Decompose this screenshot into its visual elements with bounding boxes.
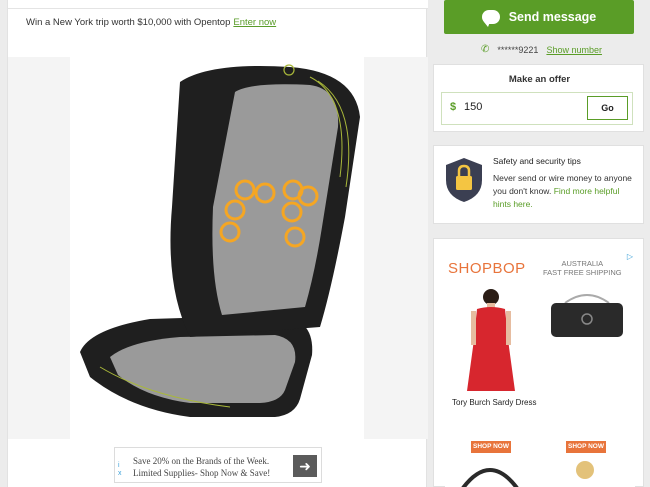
phone-row: ✆ ******9221 Show number [481, 44, 602, 55]
shopbop-ad[interactable]: SHOPBOP AUSTRALIA FAST FREE SHIPPING ▷ T… [445, 251, 635, 487]
red-dress-image [467, 289, 515, 391]
side-ad-card: SHOPBOP AUSTRALIA FAST FREE SHIPPING ▷ T… [433, 238, 644, 487]
send-message-button[interactable]: Send message [444, 0, 634, 34]
shop-now-button-1[interactable]: SHOP NOW [471, 441, 511, 453]
shopbop-logo: SHOPBOP [448, 260, 526, 277]
adchoices-triangle-icon[interactable]: ▷ [627, 252, 633, 261]
offer-go-button[interactable]: Go [587, 96, 628, 120]
top-divider [8, 0, 428, 9]
bag-preview-image [461, 468, 519, 487]
massage-seat-image [80, 64, 360, 417]
shop-now-button-2[interactable]: SHOP NOW [566, 441, 606, 453]
safety-body: Never send or wire money to anyone you d… [493, 172, 638, 211]
shopbop-tag-country: AUSTRALIA [561, 259, 604, 268]
shopbop-tagline: AUSTRALIA FAST FREE SHIPPING [543, 259, 622, 277]
chat-bubble-icon [481, 10, 500, 27]
ad-banner[interactable]: ix Save 20% on the Brands of the Week. L… [114, 447, 322, 483]
shield-lock-icon [446, 158, 482, 202]
send-message-label: Send message [508, 10, 597, 24]
handbag-image [551, 294, 623, 337]
ad-banner-text: Save 20% on the Brands of the Week. Limi… [133, 456, 271, 478]
listing-main-panel: Win a New York trip worth $10,000 with O… [7, 0, 428, 487]
promo-banner: Win a New York trip worth $10,000 with O… [26, 17, 276, 28]
safety-title: Safety and security tips [493, 156, 581, 166]
product-photo[interactable] [8, 57, 428, 439]
offer-value[interactable]: 150 [464, 101, 482, 113]
phone-icon: ✆ [481, 44, 490, 55]
safety-tips-card: Safety and security tips Never send or w… [433, 145, 644, 224]
currency-symbol: $ [450, 101, 457, 113]
promo-enter-link[interactable]: Enter now [233, 17, 276, 28]
product-photo-frame [70, 57, 364, 439]
make-offer-title: Make an offer [508, 74, 571, 85]
shopbop-tag-shipping: FAST FREE SHIPPING [543, 268, 622, 277]
model-preview-image [576, 461, 594, 479]
adchoices-icon[interactable]: ix [118, 462, 127, 480]
offer-input[interactable]: $ 150 Go [441, 92, 633, 125]
make-offer-card: Make an offer $ 150 Go [433, 64, 644, 132]
dress-caption: Tory Burch Sardy Dress [452, 398, 537, 407]
promo-text: Win a New York trip worth $10,000 with O… [26, 17, 231, 28]
phone-masked: ******9221 [497, 44, 539, 55]
ad-arrow-button[interactable]: ➜ [293, 455, 317, 477]
show-number-link[interactable]: Show number [546, 45, 602, 55]
